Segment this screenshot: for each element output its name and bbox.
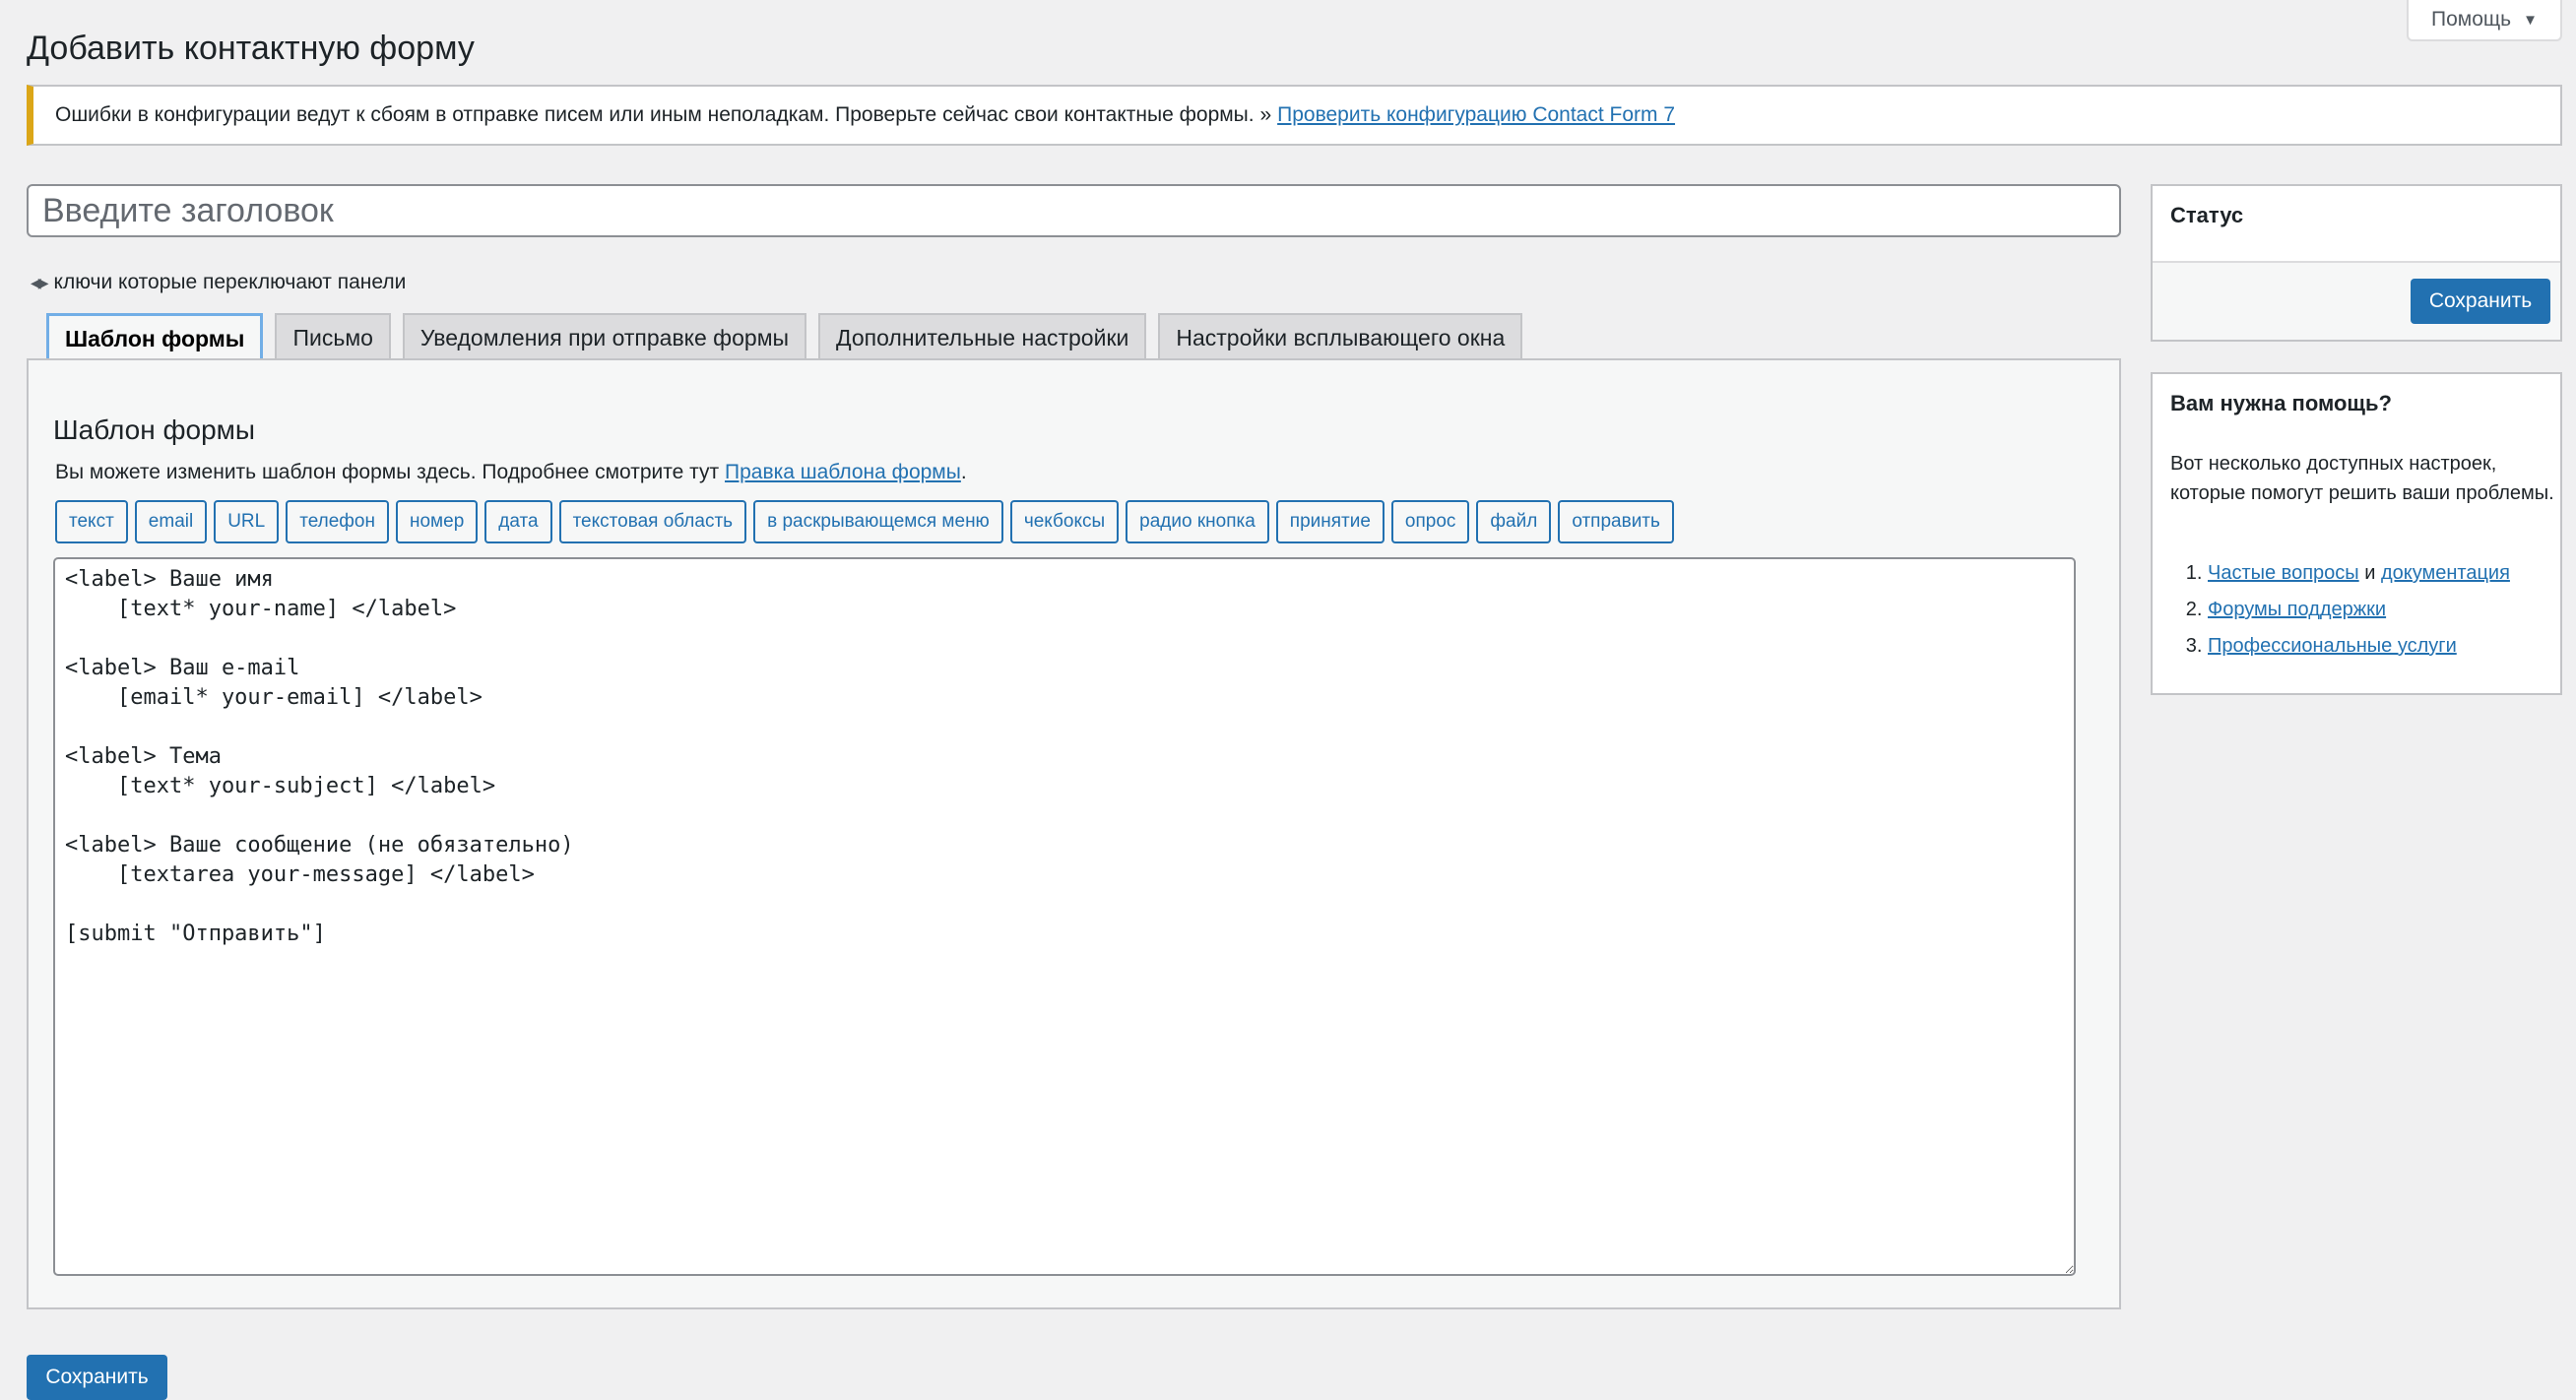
tag-button-date[interactable]: дата — [484, 500, 552, 543]
tag-button-number[interactable]: номер — [396, 500, 479, 543]
panel-desc-text: Вы можете изменить шаблон формы здесь. П… — [55, 461, 725, 483]
help-box-title: Вам нужна помощь? — [2170, 391, 2392, 415]
pro-services-link[interactable]: Профессиональные услуги — [2208, 635, 2457, 657]
tag-button-url[interactable]: URL — [214, 500, 280, 543]
faq-link[interactable]: Частые вопросы — [2208, 562, 2359, 584]
status-box: Статус Сохранить — [2151, 184, 2562, 342]
tab-messages[interactable]: Уведомления при отправке формы — [402, 313, 807, 360]
form-template-editor[interactable]: <label> Ваше имя [text* your-name] </lab… — [53, 557, 2076, 1276]
tag-generator-buttons: текст email URL телефон номер дата текст… — [55, 500, 1674, 543]
save-button-bottom[interactable]: Сохранить — [27, 1355, 167, 1400]
docs-link[interactable]: документация — [2381, 562, 2510, 584]
panel-desc-suffix: . — [960, 461, 967, 483]
help-list-item: Частые вопросы и документация — [2208, 555, 2510, 592]
and-text: и — [2358, 562, 2381, 584]
keys-hint: ◀▶ ключи которые переключают панели — [31, 271, 406, 294]
notice-text: Ошибки в конфигурации ведут к сбоям в от… — [55, 103, 1272, 126]
help-tab-label: Помощь — [2431, 8, 2512, 31]
support-forums-link[interactable]: Форумы поддержки — [2208, 599, 2386, 620]
tag-button-select[interactable]: в раскрывающемся меню — [753, 500, 1003, 543]
help-list-item: Профессиональные услуги — [2208, 628, 2510, 665]
tag-button-textarea[interactable]: текстовая область — [558, 500, 747, 543]
tag-button-text[interactable]: текст — [55, 500, 128, 543]
help-box: Вам нужна помощь? Вот несколько доступны… — [2151, 372, 2562, 695]
tag-button-file[interactable]: файл — [1476, 500, 1552, 543]
tag-button-tel[interactable]: телефон — [286, 500, 389, 543]
left-right-arrows-icon: ◀▶ — [31, 274, 48, 290]
tag-button-email[interactable]: email — [134, 500, 208, 543]
tab-popup-settings[interactable]: Настройки всплывающего окна — [1158, 313, 1523, 360]
save-button-sidebar[interactable]: Сохранить — [2411, 279, 2550, 324]
caret-down-icon: ▼ — [2523, 11, 2538, 29]
form-template-panel: Шаблон формы Вы можете изменить шаблон ф… — [27, 358, 2121, 1309]
keys-hint-text: ключи которые переключают панели — [53, 271, 407, 293]
tab-additional-settings[interactable]: Дополнительные настройки — [818, 313, 1147, 360]
help-list-item: Форумы поддержки — [2208, 592, 2510, 628]
tag-button-submit[interactable]: отправить — [1558, 500, 1674, 543]
tab-form-template[interactable]: Шаблон формы — [46, 313, 264, 362]
tag-button-checkbox[interactable]: чекбоксы — [1009, 500, 1120, 543]
page-title: Добавить контактную форму — [27, 30, 475, 67]
tab-mail[interactable]: Письмо — [275, 313, 391, 360]
status-box-title: Статус — [2170, 203, 2244, 227]
config-warning-notice: Ошибки в конфигурации ведут к сбоям в от… — [27, 85, 2562, 146]
tag-button-quiz[interactable]: опрос — [1390, 500, 1470, 543]
status-box-footer: Сохранить — [2153, 261, 2560, 340]
help-links-list: Частые вопросы и документация Форумы под… — [2170, 555, 2510, 665]
panel-tabs: Шаблон формы Письмо Уведомления при отпр… — [46, 313, 1523, 362]
panel-heading: Шаблон формы — [53, 414, 256, 445]
help-tab-button[interactable]: Помощь ▼ — [2407, 0, 2562, 41]
edit-template-link[interactable]: Правка шаблона формы — [725, 461, 961, 483]
form-title-input[interactable] — [27, 184, 2121, 237]
tag-button-radio[interactable]: радио кнопка — [1126, 500, 1269, 543]
check-config-link[interactable]: Проверить конфигурацию Contact Form 7 — [1277, 103, 1675, 127]
panel-description: Вы можете изменить шаблон формы здесь. П… — [55, 461, 967, 484]
tag-button-acceptance[interactable]: принятие — [1275, 500, 1385, 543]
help-box-intro: Вот несколько доступных настроек, которы… — [2170, 453, 2554, 504]
